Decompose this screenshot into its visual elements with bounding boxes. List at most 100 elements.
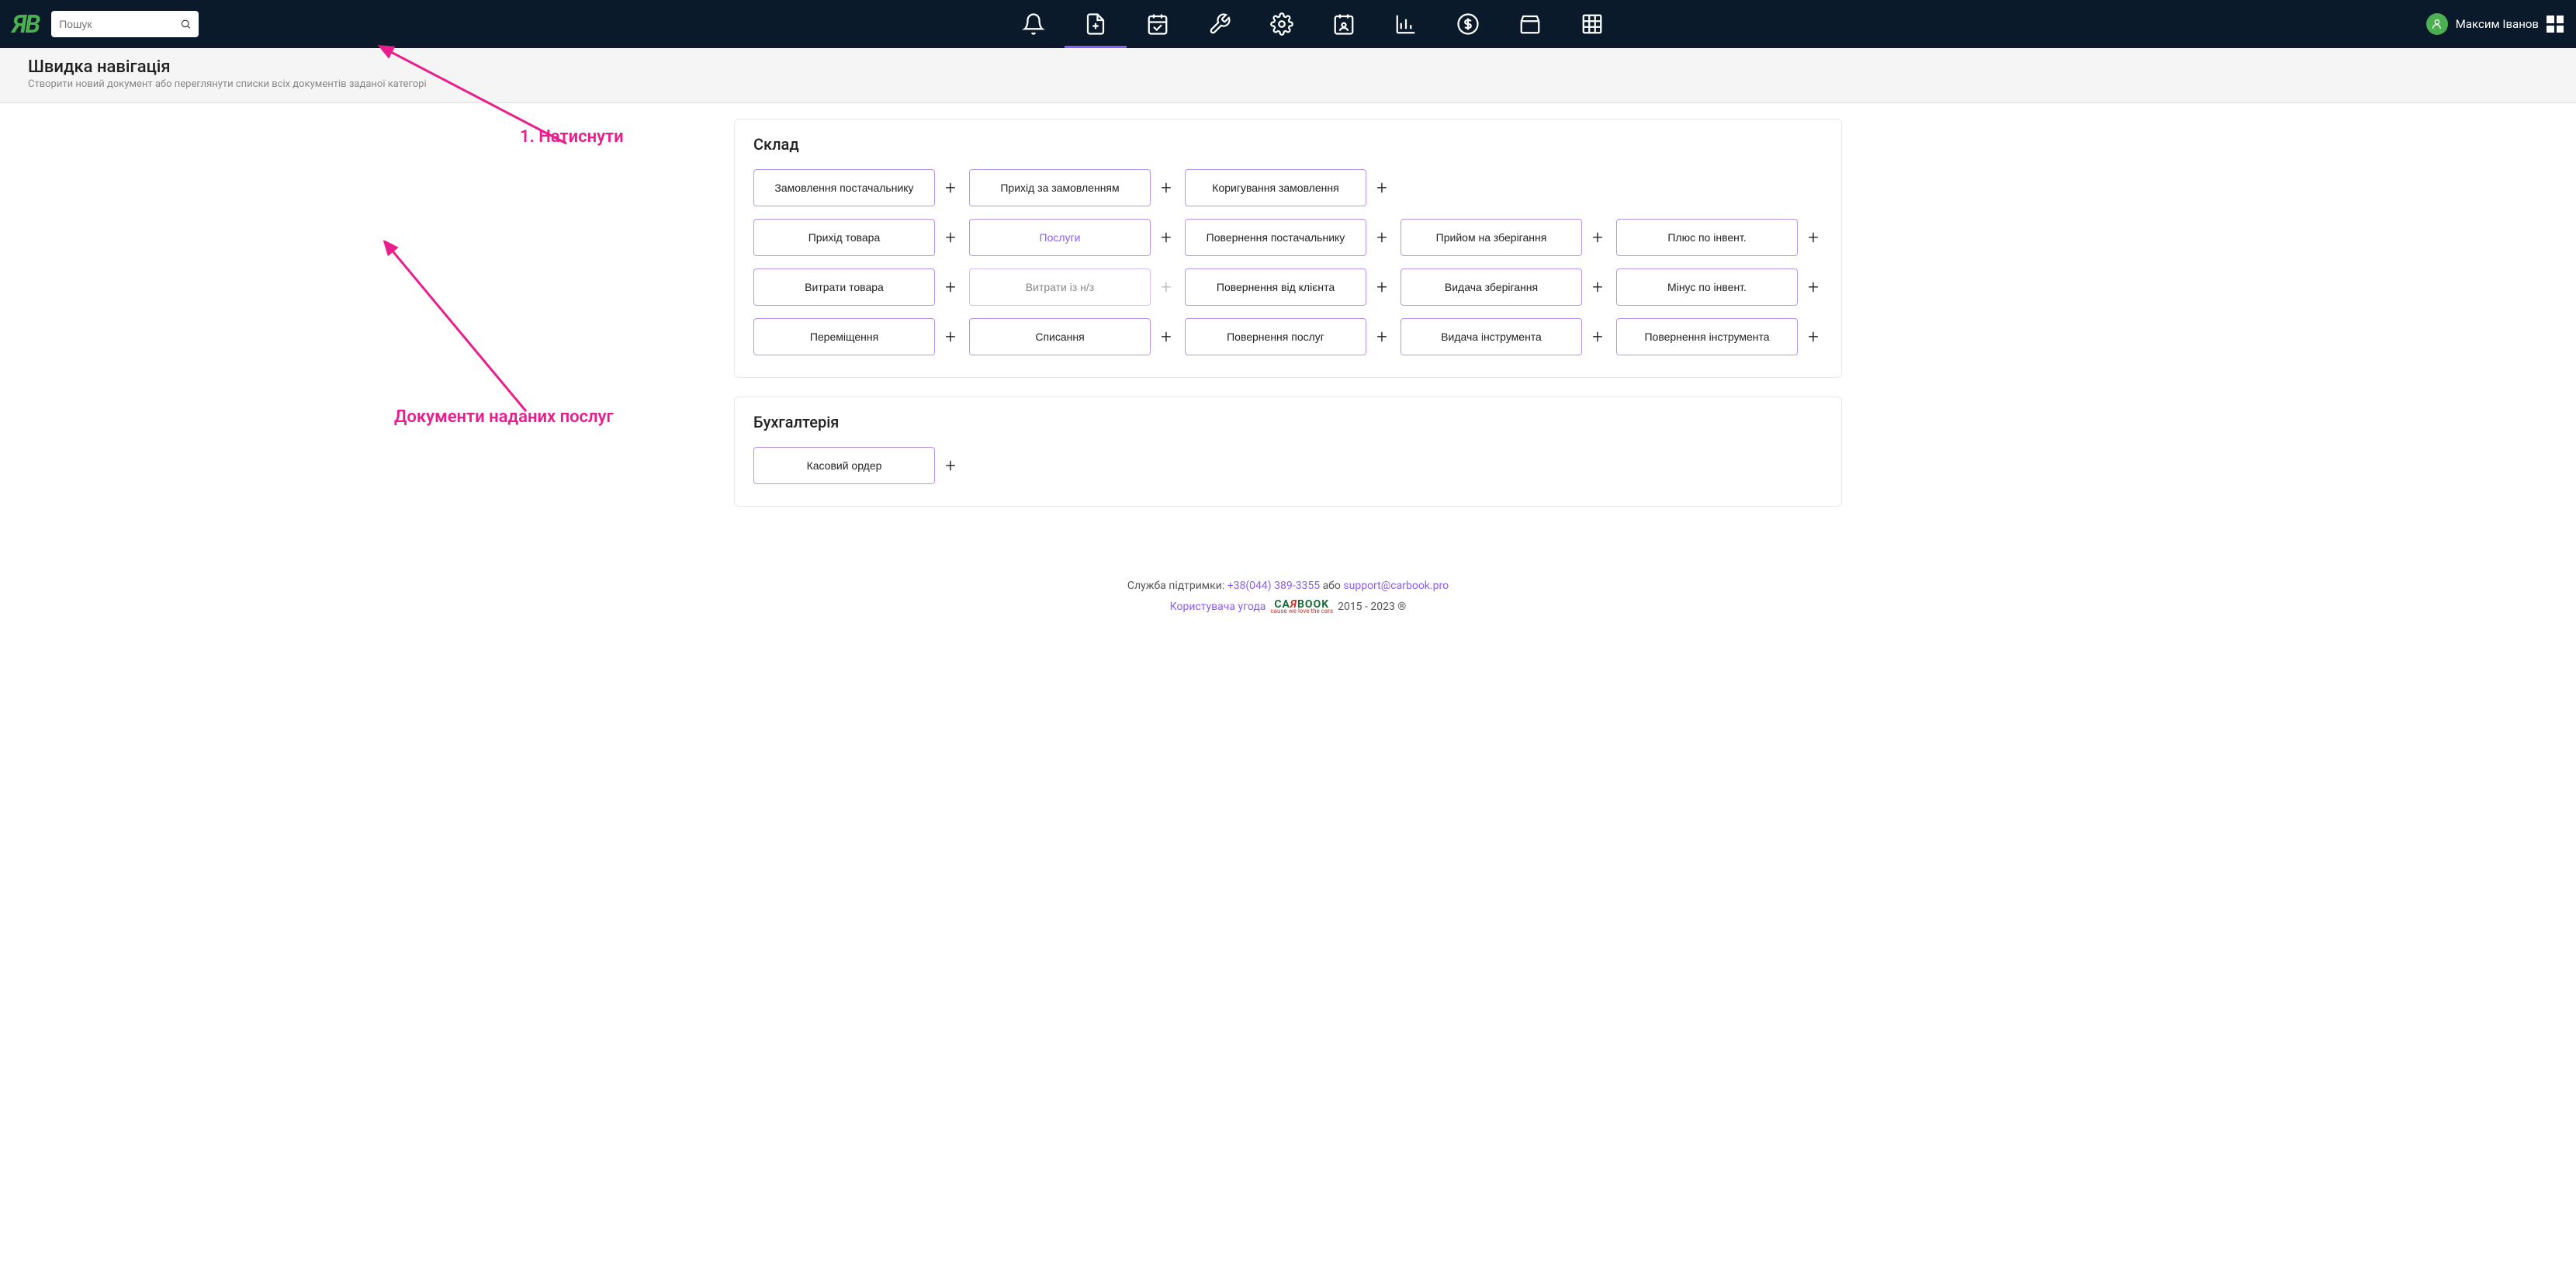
plus-icon[interactable]: + <box>1157 178 1175 197</box>
doc-button[interactable]: Повернення послуг <box>1185 318 1366 355</box>
button-pair: Замовлення постачальнику + <box>753 169 960 206</box>
button-pair: Прихід товара + <box>753 219 960 256</box>
button-pair: Списання + <box>969 318 1175 355</box>
button-pair: Повернення постачальнику + <box>1185 219 1391 256</box>
plus-icon[interactable]: + <box>941 456 960 475</box>
user-area[interactable]: Максим Іванов <box>2426 13 2564 35</box>
page-subtitle: Створити новий документ або переглянути … <box>28 78 2548 90</box>
button-pair <box>1401 447 1607 484</box>
doc-button[interactable]: Списання <box>969 318 1151 355</box>
plus-icon[interactable]: + <box>1804 228 1823 247</box>
topbar: ЯВ Максим Іванов <box>0 0 2576 48</box>
doc-button[interactable]: Прийом на зберігання <box>1401 219 1582 256</box>
button-pair: Касовий ордер + <box>753 447 960 484</box>
button-pair: Видача зберігання + <box>1401 268 1607 306</box>
subheader: Швидка навігація Створити новий документ… <box>0 48 2576 103</box>
button-pair: Повернення послуг + <box>1185 318 1391 355</box>
plus-icon[interactable]: + <box>1588 278 1607 296</box>
plus-icon[interactable]: + <box>1373 278 1391 296</box>
table-icon[interactable] <box>1581 12 1604 36</box>
doc-button[interactable]: Повернення інструмента <box>1616 318 1798 355</box>
doc-button[interactable]: Замовлення постачальнику <box>753 169 935 206</box>
calendar-user-icon[interactable] <box>1332 12 1356 36</box>
dollar-icon[interactable] <box>1456 12 1480 36</box>
plus-icon[interactable]: + <box>941 228 960 247</box>
button-pair: Витрати із н/з + <box>969 268 1175 306</box>
button-pair: Прихід за замовленням + <box>969 169 1175 206</box>
wrench-icon[interactable] <box>1208 12 1231 36</box>
gear-icon[interactable] <box>1270 12 1293 36</box>
plus-icon[interactable]: + <box>941 178 960 197</box>
button-pair: Переміщення + <box>753 318 960 355</box>
apps-grid-icon[interactable] <box>2547 16 2564 33</box>
button-pair: Повернення від клієнта + <box>1185 268 1391 306</box>
button-pair: Повернення інструмента + <box>1616 318 1823 355</box>
calendar-check-icon[interactable] <box>1146 12 1169 36</box>
user-agreement-link[interactable]: Користувача угода <box>1170 601 1266 613</box>
username: Максим Іванов <box>2456 17 2539 31</box>
doc-button[interactable]: Видача зберігання <box>1401 268 1582 306</box>
doc-button[interactable]: Прихід за замовленням <box>969 169 1151 206</box>
doc-button[interactable]: Коригування замовлення <box>1185 169 1366 206</box>
plus-icon[interactable]: + <box>941 327 960 346</box>
support-phone[interactable]: +38(044) 389-3355 <box>1227 580 1320 592</box>
doc-button[interactable]: Плюс по інвент. <box>1616 219 1798 256</box>
plus-icon[interactable]: + <box>1157 327 1175 346</box>
doc-button[interactable]: Повернення постачальнику <box>1185 219 1366 256</box>
doc-button[interactable]: Мінус по інвент. <box>1616 268 1798 306</box>
avatar <box>2426 13 2448 35</box>
button-pair: Плюс по інвент. + <box>1616 219 1823 256</box>
plus-icon[interactable]: + <box>1588 327 1607 346</box>
doc-button[interactable]: Витрати товара <box>753 268 935 306</box>
panel-бухгалтерія: Бухгалтерія Касовий ордер + <box>734 397 1842 507</box>
doc-button[interactable]: Повернення від клієнта <box>1185 268 1366 306</box>
document-add-icon[interactable] <box>1084 12 1107 36</box>
button-pair: Коригування замовлення + <box>1185 169 1391 206</box>
search-box[interactable] <box>51 11 199 37</box>
button-pair <box>1185 447 1391 484</box>
plus-icon: + <box>1157 278 1175 296</box>
page-title: Швидка навігація <box>28 57 2548 77</box>
annotation-services-text: Документи наданих послуг <box>394 407 614 427</box>
button-grid: Касовий ордер + <box>753 447 1823 484</box>
button-pair <box>1616 447 1823 484</box>
doc-button[interactable]: Видача інструмента <box>1401 318 1582 355</box>
support-email[interactable]: support@carbook.pro <box>1343 580 1449 592</box>
footer: Служба підтримки: +38(044) 389-3355 або … <box>0 556 2576 636</box>
annotation-click-text: 1. Натиснути <box>520 127 624 147</box>
search-input[interactable] <box>59 18 179 30</box>
content: СкладЗамовлення постачальнику+Прихід за … <box>706 103 1870 556</box>
doc-button[interactable]: Послуги <box>969 219 1151 256</box>
panel-title: Бухгалтерія <box>753 413 1823 431</box>
doc-button[interactable]: Прихід товара <box>753 219 935 256</box>
button-pair <box>1401 169 1607 206</box>
panel-title: Склад <box>753 135 1823 154</box>
plus-icon[interactable]: + <box>941 278 960 296</box>
button-pair: Мінус по інвент. + <box>1616 268 1823 306</box>
plus-icon[interactable]: + <box>1804 278 1823 296</box>
search-icon <box>180 18 192 30</box>
brand-logo: CAЯBOOK cause we love the cars <box>1270 598 1333 615</box>
plus-icon[interactable]: + <box>1373 178 1391 197</box>
footer-or: або <box>1323 580 1341 592</box>
button-pair <box>969 447 1175 484</box>
plus-icon[interactable]: + <box>1373 327 1391 346</box>
button-pair <box>1616 169 1823 206</box>
doc-button[interactable]: Касовий ордер <box>753 447 935 484</box>
button-pair: Прийом на зберігання + <box>1401 219 1607 256</box>
button-pair: Послуги + <box>969 219 1175 256</box>
button-pair: Видача інструмента + <box>1401 318 1607 355</box>
support-label: Служба підтримки: <box>1127 580 1224 592</box>
chart-icon[interactable] <box>1394 12 1418 36</box>
logo[interactable]: ЯВ <box>12 9 39 39</box>
panel-склад: СкладЗамовлення постачальнику+Прихід за … <box>734 119 1842 378</box>
plus-icon[interactable]: + <box>1157 228 1175 247</box>
plus-icon[interactable]: + <box>1373 228 1391 247</box>
store-icon[interactable] <box>1518 12 1542 36</box>
bell-icon[interactable] <box>1022 12 1045 36</box>
plus-icon[interactable]: + <box>1804 327 1823 346</box>
doc-button[interactable]: Переміщення <box>753 318 935 355</box>
plus-icon[interactable]: + <box>1588 228 1607 247</box>
copyright-years: 2015 - 2023 ® <box>1338 601 1406 613</box>
doc-button[interactable]: Витрати із н/з <box>969 268 1151 306</box>
